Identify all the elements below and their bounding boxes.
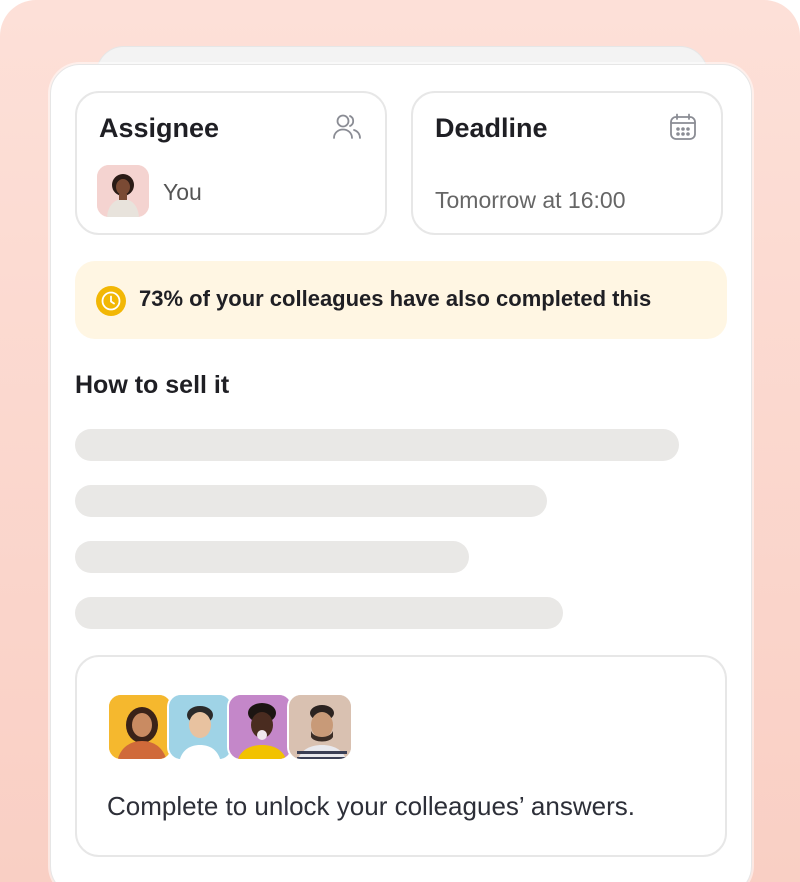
unlock-text: Complete to unlock your colleagues’ answ… — [107, 791, 635, 821]
colleague-avatar — [107, 693, 173, 761]
background-frame: Assignee You Deadline Tomorrow at 16:00 … — [0, 0, 800, 882]
section-title: How to sell it — [75, 371, 230, 399]
completion-text: 73% of your colleagues have also complet… — [139, 286, 652, 311]
calendar-icon — [670, 113, 696, 140]
task-card: Assignee You Deadline Tomorrow at 16:00 … — [50, 64, 752, 882]
users-icon — [333, 114, 361, 139]
placeholder-line — [75, 541, 469, 573]
colleague-avatar — [287, 693, 353, 761]
deadline-value: Tomorrow at 16:00 — [435, 187, 626, 213]
placeholder-line — [75, 597, 563, 629]
completion-banner: 73% of your colleagues have also complet… — [75, 261, 727, 339]
assignee-box[interactable]: Assignee You — [75, 91, 387, 235]
avatar — [97, 165, 149, 217]
colleague-avatar — [167, 693, 233, 761]
clock-icon — [96, 286, 126, 316]
unlock-answers-box[interactable]: Complete to unlock your colleagues’ answ… — [75, 655, 727, 857]
deadline-title: Deadline — [435, 113, 548, 143]
assignee-value: You — [163, 179, 202, 205]
colleague-avatar — [227, 693, 293, 761]
deadline-box[interactable]: Deadline Tomorrow at 16:00 — [411, 91, 723, 235]
placeholder-line — [75, 485, 547, 517]
assignee-title: Assignee — [99, 113, 220, 143]
placeholder-line — [75, 429, 679, 461]
